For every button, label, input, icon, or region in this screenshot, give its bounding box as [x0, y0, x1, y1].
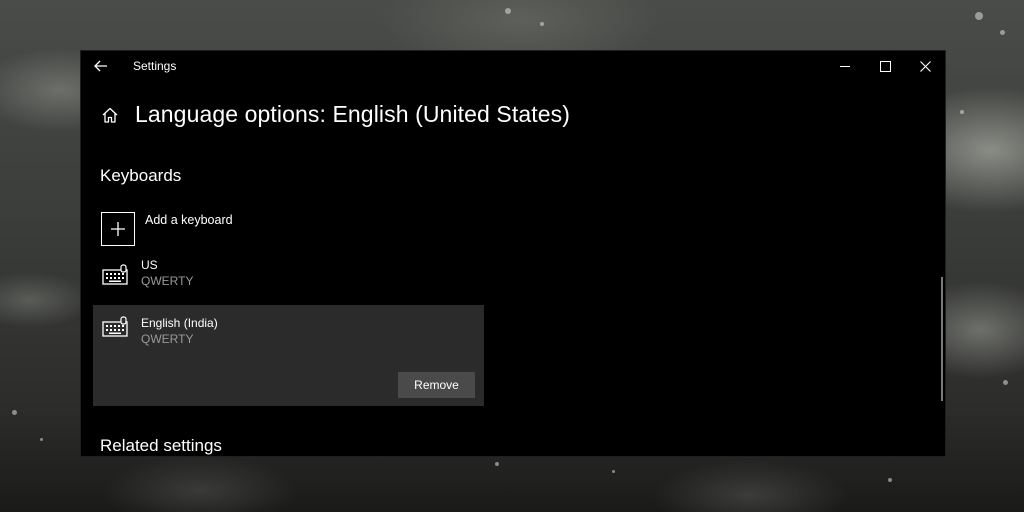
home-icon[interactable]	[101, 106, 119, 124]
back-arrow-icon[interactable]	[81, 51, 121, 81]
close-button[interactable]	[905, 51, 945, 81]
add-keyboard-button[interactable]: Add a keyboard	[101, 212, 233, 246]
keyboards-heading: Keyboards	[100, 166, 182, 185]
keyboard-item-us[interactable]: US QWERTY	[93, 258, 484, 302]
window-controls	[825, 51, 945, 81]
title-bar: Settings	[81, 51, 945, 81]
scrollbar[interactable]	[941, 277, 943, 401]
maximize-button[interactable]	[865, 51, 905, 81]
keyboard-name: US	[141, 258, 158, 272]
page-header: Language options: English (United States…	[101, 101, 570, 128]
remove-button[interactable]: Remove	[398, 372, 475, 398]
page-title: Language options: English (United States…	[135, 101, 570, 127]
keyboard-icon	[102, 264, 128, 285]
plus-icon	[101, 212, 135, 246]
keyboard-layout: QWERTY	[141, 274, 194, 288]
window-title: Settings	[133, 59, 177, 73]
settings-window: Settings Language options: English (Unit…	[81, 51, 945, 456]
minimize-icon	[840, 65, 850, 67]
minimize-button[interactable]	[825, 51, 865, 81]
add-keyboard-label: Add a keyboard	[145, 213, 233, 227]
keyboard-name: English (India)	[141, 316, 218, 330]
close-icon	[919, 60, 931, 72]
keyboard-layout: QWERTY	[141, 332, 194, 346]
related-settings-heading: Related settings	[100, 436, 222, 455]
keyboard-item-english-india[interactable]: English (India) QWERTY Remove	[93, 305, 484, 406]
maximize-icon	[879, 60, 891, 72]
keyboard-icon	[102, 316, 128, 337]
